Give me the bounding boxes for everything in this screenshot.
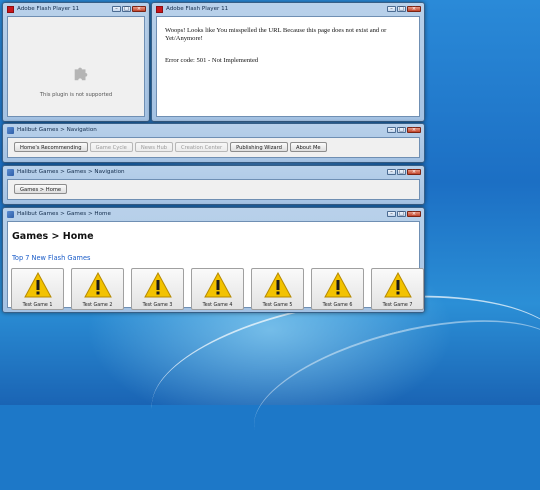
warning-icon [324, 272, 352, 298]
window-title: Adobe Flash Player 11 [166, 6, 229, 12]
publishing-wizard-button[interactable]: Publishing Wizard [230, 142, 288, 152]
game-cycle-button[interactable]: Game Cycle [89, 142, 133, 152]
creation-center-button[interactable]: Creation Center [175, 142, 229, 152]
game-tile-2[interactable]: Test Game 2 [71, 268, 124, 310]
game-tile-5[interactable]: Test Game 5 [251, 268, 304, 310]
minimize-icon[interactable]: – [387, 6, 396, 12]
error-message: Woops! Looks like You misspelled the URL… [165, 27, 387, 43]
minimize-icon[interactable]: – [387, 127, 396, 133]
maximize-icon[interactable]: □ [397, 127, 406, 133]
games-navigation-panel: Games > Home [7, 179, 420, 200]
error-code: Error code: 501 - Not Implemented [165, 57, 259, 64]
game-tile-4[interactable]: Test Game 4 [191, 268, 244, 310]
flash-player-icon [156, 5, 163, 13]
navigation-panel: Home's Recommending Game Cycle News Hub … [7, 137, 420, 158]
page-title: Games > Home [12, 231, 94, 242]
warning-icon [144, 272, 172, 298]
game-title: Test Game 3 [142, 303, 173, 308]
game-tile-7[interactable]: Test Game 7 [371, 268, 424, 310]
maximize-icon[interactable]: □ [122, 6, 131, 12]
navigation-window[interactable]: Halibut Games > Navigation – □ × Home's … [2, 123, 425, 163]
game-tile-list: Test Game 1 Test Game 2 Test Game 3 Test… [11, 268, 424, 310]
flash-player-window-left[interactable]: Adobe Flash Player 11 – □ × This plugin … [2, 2, 150, 122]
window-title: Halibut Games > Games > Home [17, 211, 111, 217]
warning-icon [264, 272, 292, 298]
maximize-icon[interactable]: □ [397, 169, 406, 175]
close-icon[interactable]: × [132, 6, 146, 12]
error-page: Woops! Looks like You misspelled the URL… [156, 16, 420, 117]
game-title: Test Game 7 [382, 303, 413, 308]
game-title: Test Game 2 [82, 303, 113, 308]
games-home-window[interactable]: Halibut Games > Games > Home – □ × Games… [2, 207, 425, 313]
minimize-icon[interactable]: – [387, 211, 396, 217]
section-title: Top 7 New Flash Games [12, 254, 91, 262]
minimize-icon[interactable]: – [112, 6, 121, 12]
games-home-page: Games > Home Top 7 New Flash Games Test … [7, 221, 424, 310]
close-icon[interactable]: × [407, 169, 421, 175]
title-bar[interactable]: Halibut Games > Games > Navigation – □ × [3, 166, 424, 178]
homes-recommending-button[interactable]: Home's Recommending [14, 142, 88, 152]
game-tile-1[interactable]: Test Game 1 [11, 268, 64, 310]
plugin-unsupported-text: This plugin is not supported [39, 92, 113, 98]
game-title: Test Game 6 [322, 303, 353, 308]
game-title: Test Game 5 [262, 303, 293, 308]
warning-icon [84, 272, 112, 298]
halibut-games-icon [7, 126, 14, 134]
game-title: Test Game 1 [22, 303, 53, 308]
close-icon[interactable]: × [407, 211, 421, 217]
title-bar[interactable]: Halibut Games > Games > Home – □ × [3, 208, 424, 220]
close-icon[interactable]: × [407, 6, 421, 12]
maximize-icon[interactable]: □ [397, 6, 406, 12]
about-me-button[interactable]: About Me [289, 142, 327, 152]
game-title: Test Game 4 [202, 303, 233, 308]
title-bar[interactable]: Adobe Flash Player 11 – □ × [152, 3, 424, 15]
maximize-icon[interactable]: □ [397, 211, 406, 217]
game-tile-3[interactable]: Test Game 3 [131, 268, 184, 310]
window-title: Halibut Games > Navigation [17, 127, 97, 133]
title-bar[interactable]: Adobe Flash Player 11 – □ × [3, 3, 149, 15]
flash-player-window-right[interactable]: Adobe Flash Player 11 – □ × Woops! Looks… [151, 2, 425, 122]
title-bar[interactable]: Halibut Games > Navigation – □ × [3, 124, 424, 136]
game-tile-6[interactable]: Test Game 6 [311, 268, 364, 310]
puzzle-piece-icon [74, 67, 88, 81]
halibut-games-icon [7, 210, 14, 218]
warning-icon [204, 272, 232, 298]
games-home-button[interactable]: Games > Home [14, 184, 68, 194]
flash-player-icon [7, 5, 14, 13]
warning-icon [384, 272, 412, 298]
close-icon[interactable]: × [407, 127, 421, 133]
news-hub-button[interactable]: News Hub [134, 142, 174, 152]
minimize-icon[interactable]: – [387, 169, 396, 175]
halibut-games-icon [7, 168, 14, 176]
warning-icon [24, 272, 52, 298]
games-navigation-window[interactable]: Halibut Games > Games > Navigation – □ ×… [2, 165, 425, 205]
plugin-area: This plugin is not supported [7, 16, 145, 117]
window-title: Halibut Games > Games > Navigation [17, 169, 125, 175]
window-title: Adobe Flash Player 11 [17, 6, 80, 12]
